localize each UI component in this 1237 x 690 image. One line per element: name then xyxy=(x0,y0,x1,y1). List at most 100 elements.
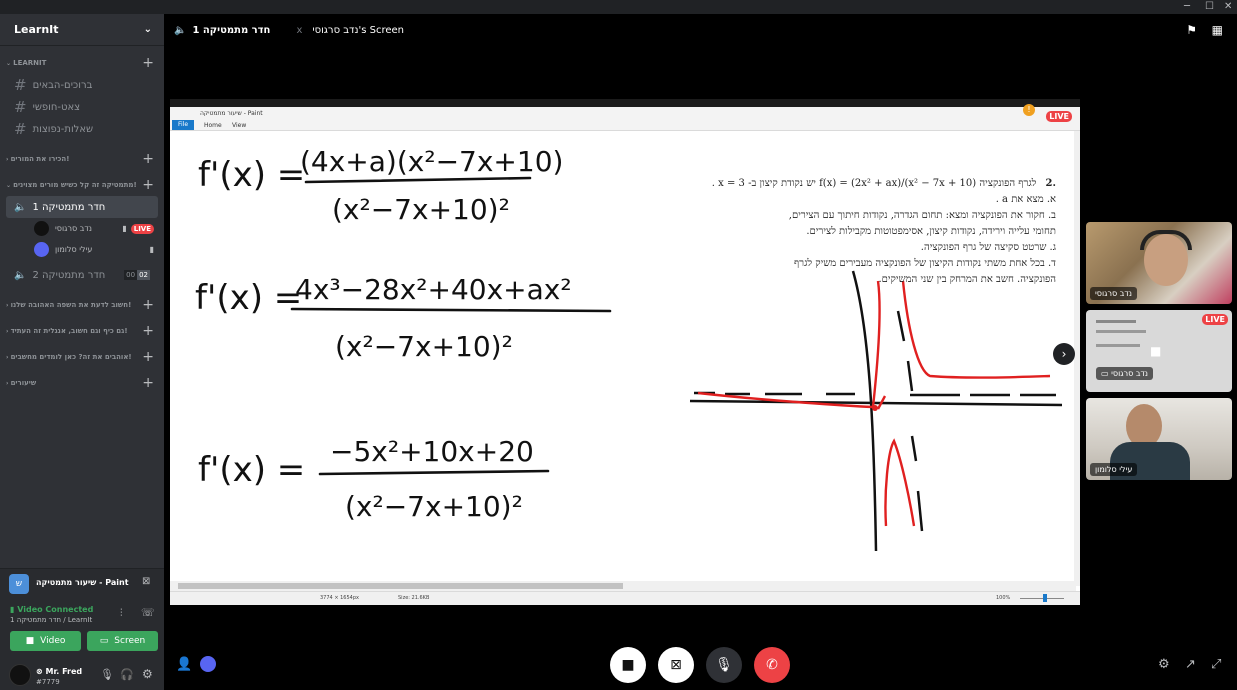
add-channel-icon[interactable]: + xyxy=(142,323,154,339)
popout-icon[interactable]: ↗ xyxy=(1185,657,1196,672)
paint-statusbar: 3774 × 1654px Size: 21.6KB 100% xyxy=(170,591,1080,605)
fraction-bar xyxy=(318,469,550,476)
screen-preview xyxy=(1096,320,1136,323)
participant-screen-tile[interactable]: LIVE ■ ▭ נדב סרגוסי xyxy=(1086,310,1232,392)
screen-button[interactable]: ▭ Screen xyxy=(87,631,158,651)
problem-number: .2 xyxy=(1045,178,1056,189)
video-icon: ▮ xyxy=(149,245,154,254)
screen-share-icon: ▭ xyxy=(99,636,109,646)
server-header[interactable]: LearnIt ⌄ xyxy=(0,14,164,46)
fullscreen-icon[interactable]: ⤢ xyxy=(1211,657,1221,672)
add-user-icon[interactable]: 👤 xyxy=(176,657,192,672)
phone-hangup-icon: ✆ xyxy=(766,657,778,673)
voice-channel-math-2[interactable]: 🔈 חדר מתמטיקה 2 00 02 xyxy=(6,264,158,286)
grid-layout-icon[interactable]: ▦ xyxy=(1212,23,1223,37)
user-name-text: Mr. Fred xyxy=(45,667,83,676)
category-learnit[interactable]: ⌄ LEARNIT + xyxy=(0,52,164,74)
voice-user-nadav[interactable]: נדב סרגוסי ▮ LIVE xyxy=(30,218,158,239)
discord-avatar-icon xyxy=(34,242,49,257)
microphone-icon: 🎙 xyxy=(715,657,733,673)
user-count: 00 02 xyxy=(124,270,150,280)
zoom-slider-thumb[interactable] xyxy=(1043,594,1047,602)
live-badge: LIVE xyxy=(1202,314,1228,325)
function-sketch xyxy=(689,270,1063,552)
add-channel-icon[interactable]: + xyxy=(142,177,154,193)
count-b: 02 xyxy=(137,270,150,280)
voice-user-name: עילי סלומון xyxy=(55,245,93,254)
app-icon: ש xyxy=(9,574,29,594)
participant-tile[interactable]: נדב סרגוסי xyxy=(1086,222,1232,304)
zoom-slider[interactable] xyxy=(1020,598,1064,599)
category-label: שיעורים xyxy=(10,379,37,387)
problem-line: תחומי עלייה וירידה, נקודות קיצון, אסימפט… xyxy=(806,226,1056,237)
paint-tab-file[interactable]: File xyxy=(172,120,194,130)
stop-activity-icon[interactable]: ⊠ xyxy=(142,576,150,587)
maximize-icon[interactable]: ☐ xyxy=(1205,0,1214,14)
category-lessons[interactable]: › שיעורים + xyxy=(0,372,164,394)
alert-icon: ! xyxy=(1023,104,1035,116)
add-channel-icon[interactable]: + xyxy=(142,349,154,365)
scrollbar-thumb[interactable] xyxy=(178,583,623,589)
settings-icon[interactable]: ⚙ xyxy=(1158,657,1170,672)
minimize-icon[interactable]: ─ xyxy=(1184,0,1190,14)
paint-tab-view[interactable]: View xyxy=(232,122,246,129)
category-teachers[interactable]: › הכירו את המורים! + xyxy=(0,148,164,170)
avatar[interactable] xyxy=(9,664,31,686)
close-icon[interactable]: ✕ xyxy=(1224,0,1232,14)
disconnect-button[interactable]: ✆ xyxy=(754,647,790,683)
category-computers[interactable]: › אוהבים את זה? כאן לומדים מחשבים! + xyxy=(0,346,164,368)
paint-tab-home[interactable]: Home xyxy=(204,122,222,129)
stop-stream-button[interactable]: ⊠ xyxy=(658,647,694,683)
category-label: LEARNIT xyxy=(13,59,47,67)
mute-button[interactable]: 🎙 xyxy=(706,647,742,683)
add-channel-icon[interactable]: + xyxy=(142,375,154,391)
count-a: 00 xyxy=(124,270,138,280)
gear-icon[interactable]: ⚙ xyxy=(142,667,153,681)
camera-button[interactable]: ■ xyxy=(610,647,646,683)
fraction-bar xyxy=(290,307,612,313)
voice-status-subtitle[interactable]: חדר מתמטיקה 1 / LearnIt xyxy=(10,616,92,624)
add-channel-icon[interactable]: + xyxy=(142,151,154,167)
category-label: גם כיף וגם חשוב, אנגלית זה העתיד! xyxy=(10,327,128,335)
participant-tile[interactable]: עילי סלומון xyxy=(1086,398,1232,480)
speaker-icon: 🔈 xyxy=(14,201,27,213)
channel-free-chat[interactable]: # צאט-חופשי xyxy=(6,96,158,118)
channel-faq[interactable]: # שאלות-נפוצות xyxy=(6,118,158,140)
equation-3-numerator: −5x²+10x+20 xyxy=(330,435,534,468)
video-button[interactable]: ■ Video xyxy=(10,631,81,651)
flag-icon[interactable]: ⚑ xyxy=(1186,23,1197,37)
screen-preview xyxy=(1096,344,1140,347)
page-title: חדר מתמטיקה 1 xyxy=(192,24,271,36)
category-language[interactable]: › חשוב לדעת את השפה האהובה שלנו! + xyxy=(0,294,164,316)
connection-status: ▮ Video Connected xyxy=(10,605,93,614)
add-channel-icon[interactable]: + xyxy=(142,297,154,313)
noise-suppression-icon[interactable]: ⫶ xyxy=(120,608,123,619)
add-channel-icon[interactable]: + xyxy=(142,55,154,71)
channel-welcome[interactable]: # ברוכים-הבאים xyxy=(6,74,158,96)
microphone-icon[interactable]: 🎙 xyxy=(100,668,114,681)
vertical-scrollbar[interactable] xyxy=(1074,131,1080,586)
speaker-icon: 🔈 xyxy=(14,269,27,281)
discord-activity-icon[interactable] xyxy=(200,656,216,672)
live-badge: LIVE xyxy=(1046,111,1072,122)
category-label: אוהבים את זה? כאן לומדים מחשבים! xyxy=(10,353,132,361)
category-label: מתמטיקה זה קל כשיש מורים מצוינים! xyxy=(13,181,137,189)
category-english[interactable]: › גם כיף וגם חשוב, אנגלית זה העתיד! + xyxy=(0,320,164,342)
chevron-right-icon[interactable]: › xyxy=(1053,343,1075,365)
problem-line: ג. שרטט סקיצה של גרף הפונקציה. xyxy=(920,242,1056,253)
horizontal-scrollbar[interactable] xyxy=(170,581,1076,591)
channel-label: ברוכים-הבאים xyxy=(32,79,93,91)
voice-channel-math-1[interactable]: 🔈 חדר מתמטיקה 1 xyxy=(6,196,158,218)
problem-line: א. מצא את a . xyxy=(995,194,1056,205)
chevron-down-icon[interactable]: ⌄ xyxy=(144,24,152,35)
canvas-dimensions: 3774 × 1654px xyxy=(320,595,359,601)
headphones-icon[interactable]: 🎧 xyxy=(120,668,134,681)
disconnect-icon[interactable]: ☏ xyxy=(141,606,155,619)
category-math[interactable]: ⌄ מתמטיקה זה קל כשיש מורים מצוינים! + xyxy=(0,174,164,196)
voice-user-eli[interactable]: עילי סלומון ▮ xyxy=(30,239,158,260)
equation-1-numerator: (4x+a)(x²−7x+10) xyxy=(300,145,563,178)
category-label: חשוב לדעת את השפה האהובה שלנו! xyxy=(10,301,132,309)
stream-view[interactable]: שיעור מתמטיקה - Paint File Home View ! L… xyxy=(170,99,1080,605)
paint-ribbon: שיעור מתמטיקה - Paint File Home View xyxy=(170,107,1080,131)
screen-label: Screen xyxy=(114,636,146,646)
